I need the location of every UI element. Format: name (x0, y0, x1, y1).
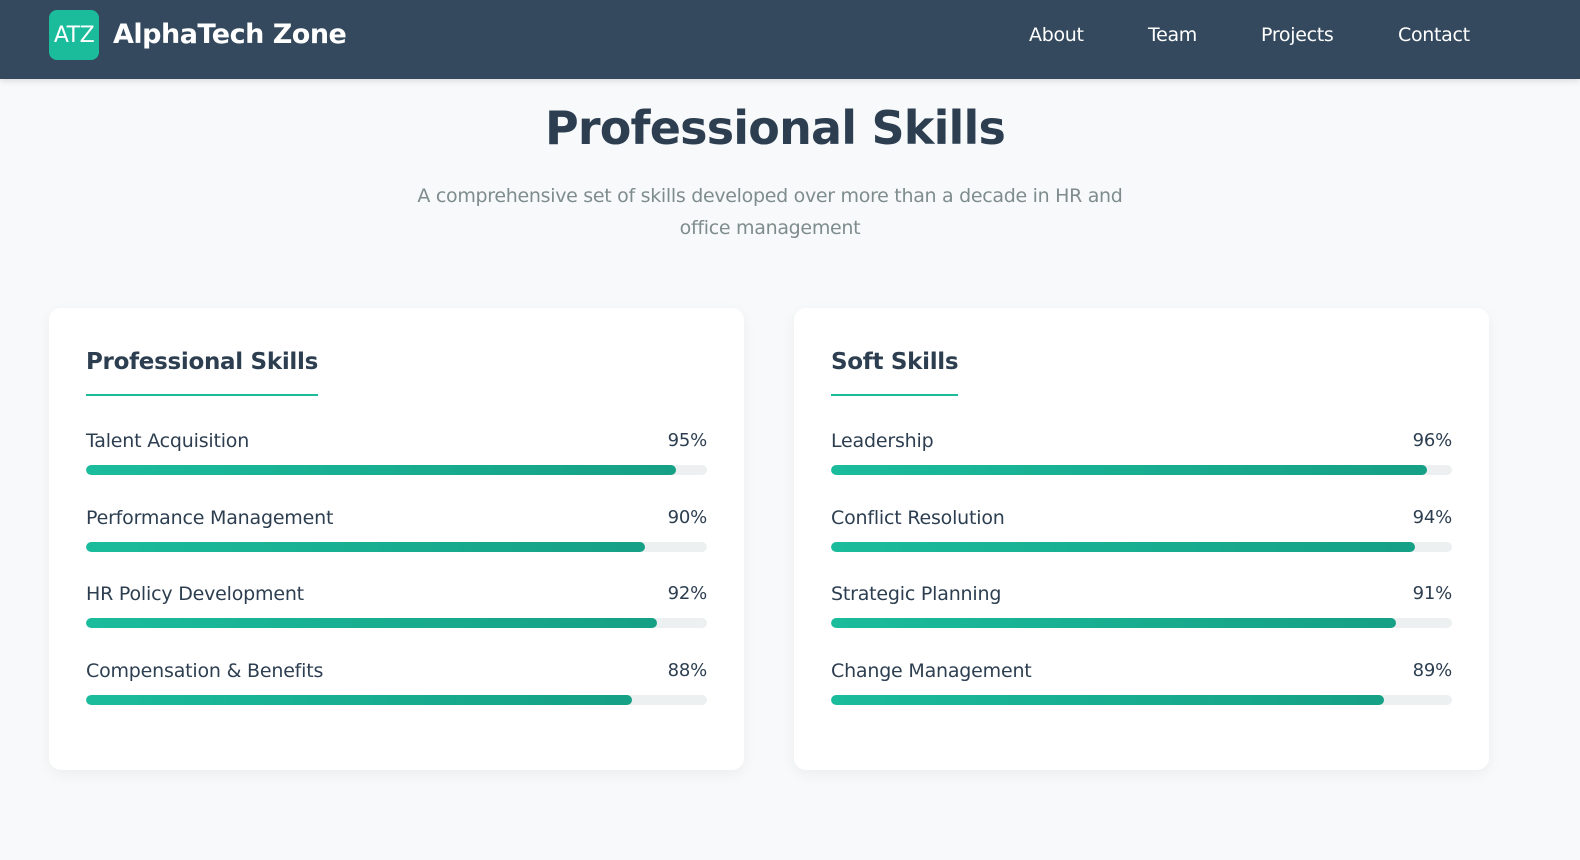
progress-fill (831, 695, 1384, 705)
card-title: Soft Skills (831, 346, 959, 396)
skill-item: HR Policy Development 92% (86, 581, 707, 631)
progress-fill (831, 618, 1397, 628)
skill-name: Strategic Planning (831, 583, 1002, 605)
skill-item: Conflict Resolution 94% (831, 505, 1452, 555)
logo-badge[interactable]: ATZ (49, 10, 99, 60)
skill-name: Compensation & Benefits (86, 660, 324, 682)
card-title: Professional Skills (86, 346, 318, 396)
nav-link-about[interactable]: About (1029, 23, 1084, 47)
skill-name: Conflict Resolution (831, 507, 1005, 529)
skill-name: Change Management (831, 660, 1032, 682)
page-subtitle: A comprehensive set of skills developed … (417, 185, 1123, 239)
skill-percent: 91% (1412, 583, 1453, 604)
progress-track (831, 542, 1452, 552)
skill-item: Talent Acquisition 95% (86, 428, 707, 478)
skill-item: Strategic Planning 91% (831, 581, 1452, 631)
skill-percent: 89% (1412, 660, 1453, 681)
progress-track (831, 695, 1452, 705)
skill-item: Compensation & Benefits 88% (86, 658, 707, 708)
progress-fill (831, 465, 1428, 475)
nav-link-team[interactable]: Team (1148, 23, 1197, 47)
brand-name[interactable]: AlphaTech Zone (113, 17, 347, 53)
nav-link-contact[interactable]: Contact (1398, 23, 1470, 47)
progress-fill (86, 618, 658, 628)
page-title: Professional Skills (544, 101, 1006, 155)
skill-name: HR Policy Development (86, 583, 304, 605)
skill-percent: 94% (1412, 507, 1453, 528)
skill-name: Talent Acquisition (86, 430, 250, 452)
progress-track (86, 465, 707, 475)
skill-percent: 96% (1412, 430, 1453, 451)
progress-track (86, 695, 707, 705)
progress-track (831, 618, 1452, 628)
progress-fill (831, 542, 1415, 552)
progress-fill (86, 695, 633, 705)
skill-item: Performance Management 90% (86, 505, 707, 555)
progress-track (86, 618, 707, 628)
progress-track (831, 465, 1452, 475)
skill-percent: 92% (667, 583, 708, 604)
skill-name: Leadership (831, 430, 934, 452)
skill-name: Performance Management (86, 507, 334, 529)
skill-percent: 90% (667, 507, 708, 528)
progress-fill (86, 542, 645, 552)
soft-skills-card: Soft Skills Leadership 96% Conflict Reso… (794, 308, 1489, 770)
progress-fill (86, 465, 676, 475)
progress-track (86, 542, 707, 552)
professional-skills-card: Professional Skills Talent Acquisition 9… (49, 308, 744, 770)
skill-percent: 95% (667, 430, 708, 451)
skill-item: Change Management 89% (831, 658, 1452, 708)
top-navbar: ATZ AlphaTech Zone About Team Projects C… (0, 0, 1580, 79)
skill-item: Leadership 96% (831, 428, 1452, 478)
skill-percent: 88% (667, 660, 708, 681)
nav-link-projects[interactable]: Projects (1261, 23, 1334, 47)
